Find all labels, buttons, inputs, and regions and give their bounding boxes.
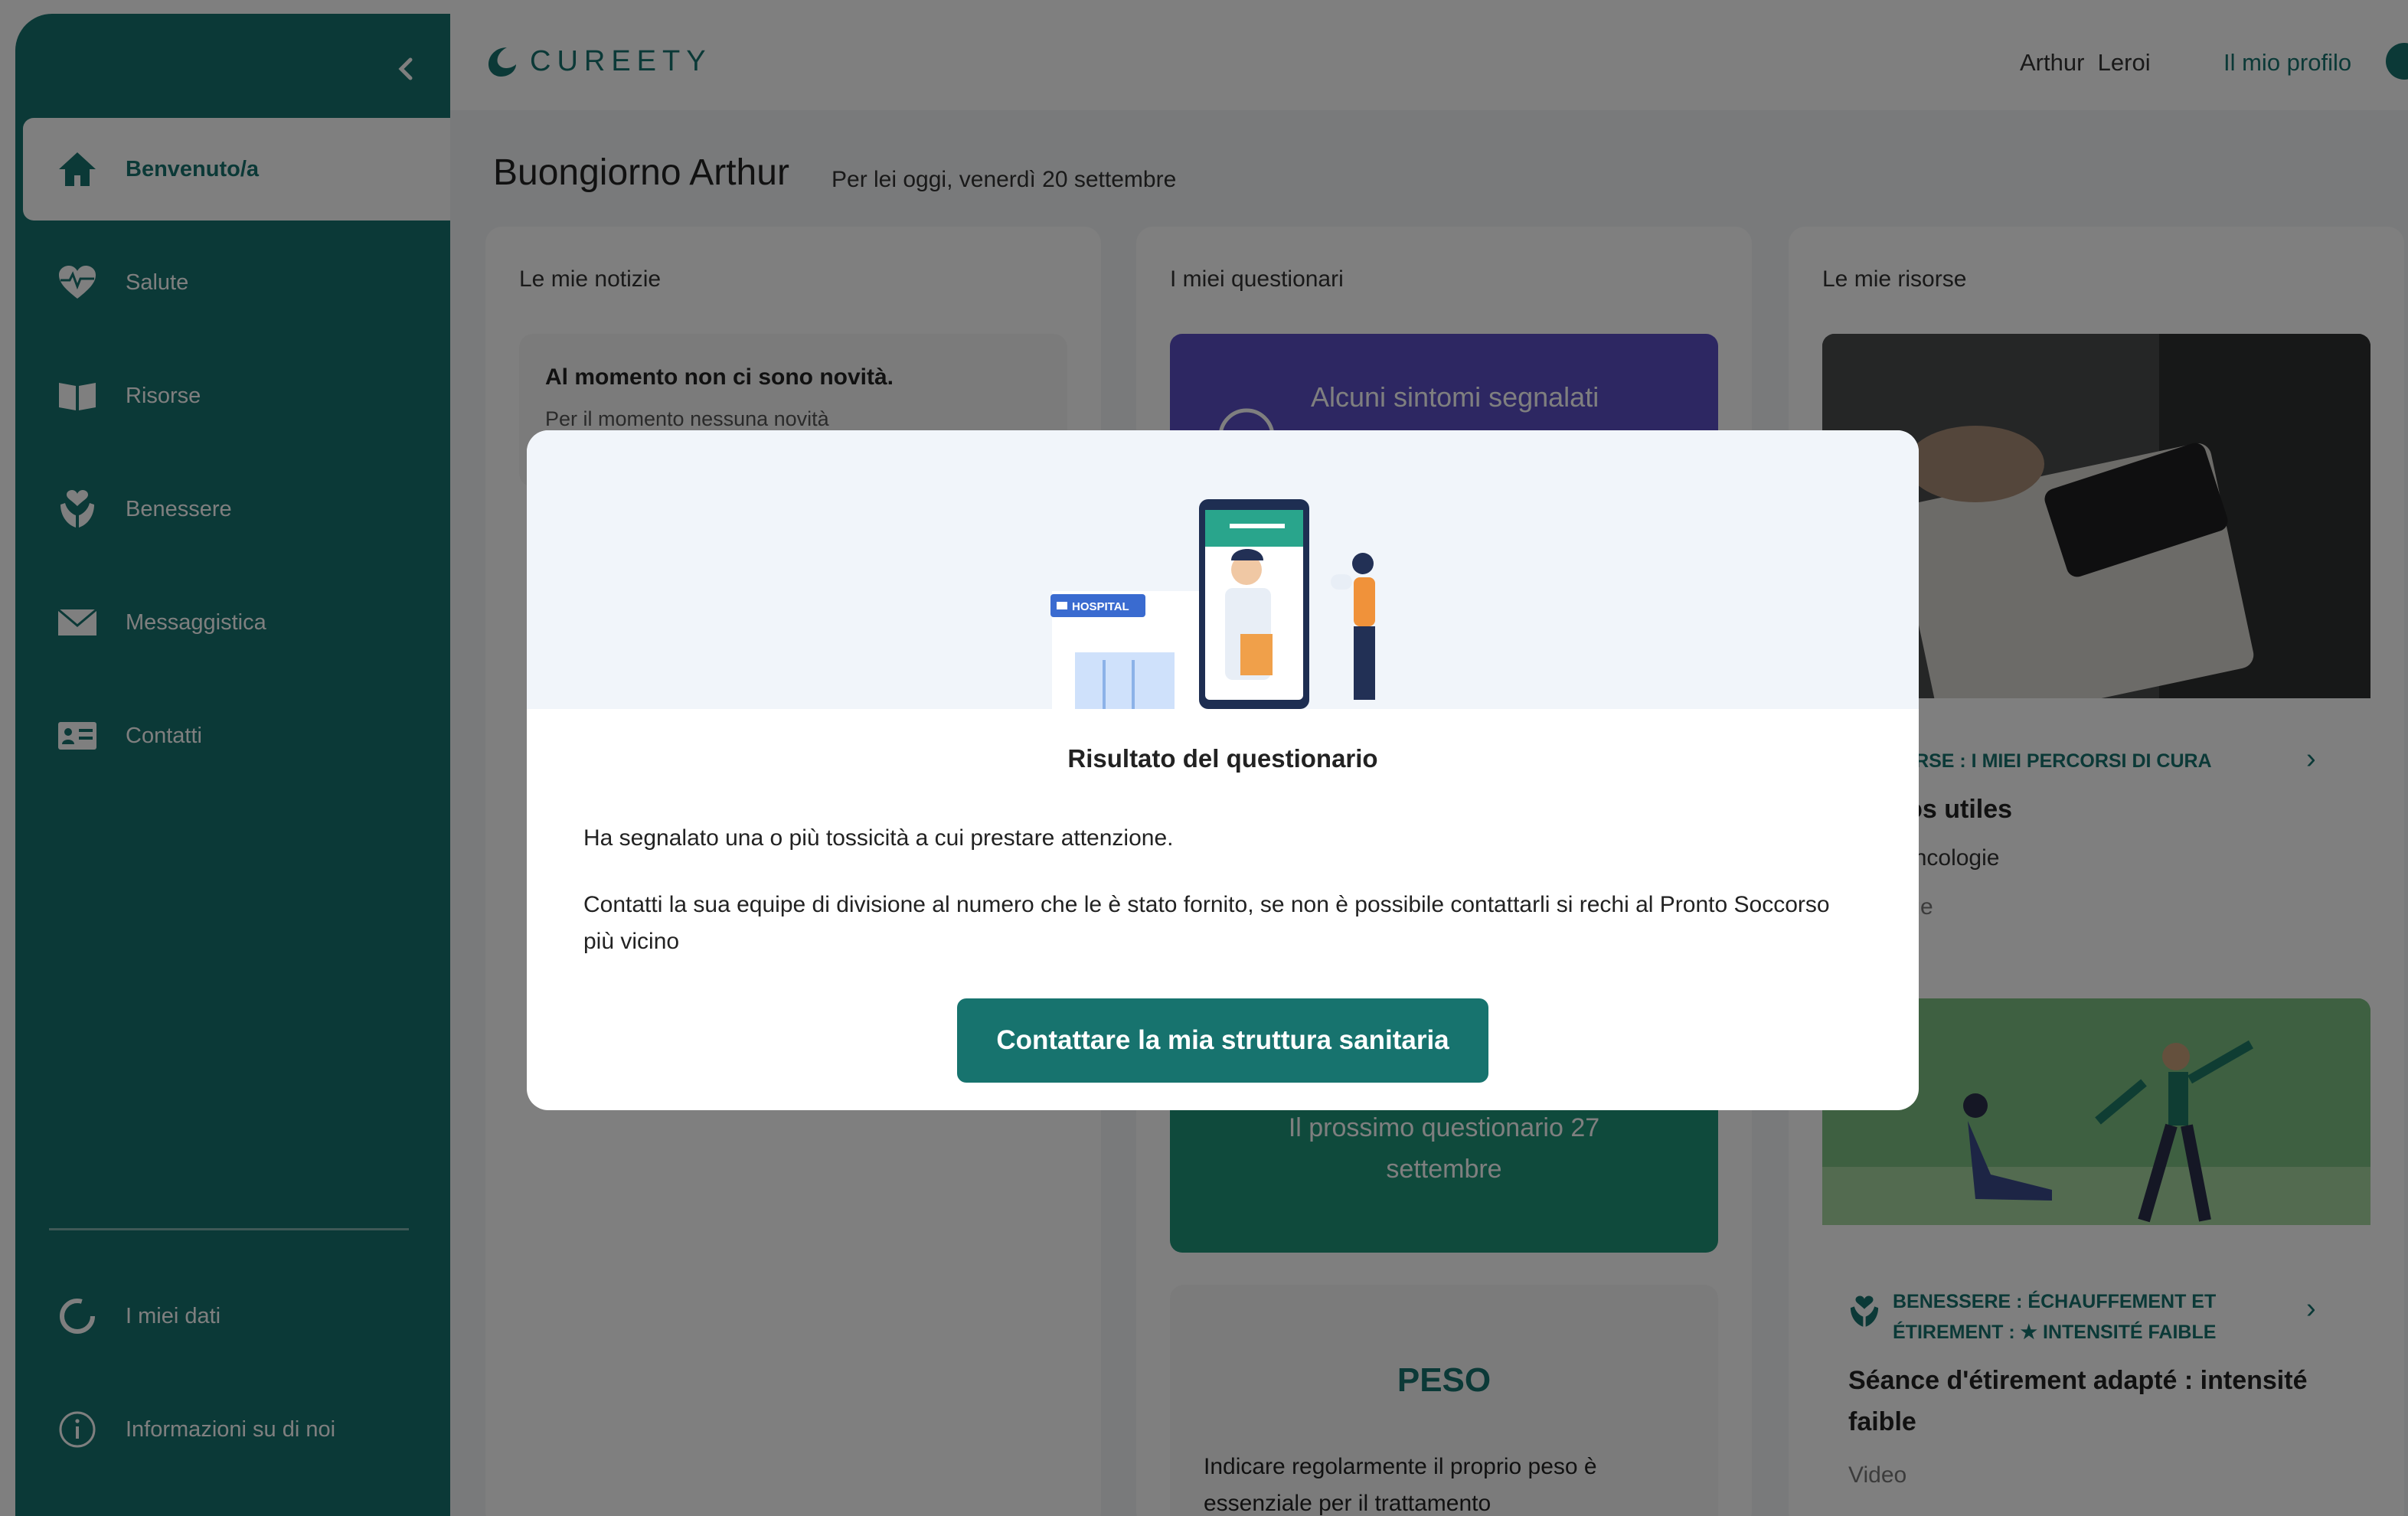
contact-health-facility-button[interactable]: Contattare la mia struttura sanitaria [957,998,1488,1083]
modal-text-toxicity: Ha segnalato una o più tossicità a cui p… [583,825,1174,851]
modal-title: Risultato del questionario [1067,744,1378,773]
modal-illustration: HOSPITAL [527,430,1919,709]
hospital-doctor-illustration: HOSPITAL [1050,499,1375,709]
hospital-sign-label: HOSPITAL [1072,600,1129,613]
modal-text-instructions: Contatti la sua equipe di divisione al n… [583,892,1830,954]
questionnaire-result-modal: HOSPITAL Risultato del questionario Ha s… [527,430,1919,1110]
